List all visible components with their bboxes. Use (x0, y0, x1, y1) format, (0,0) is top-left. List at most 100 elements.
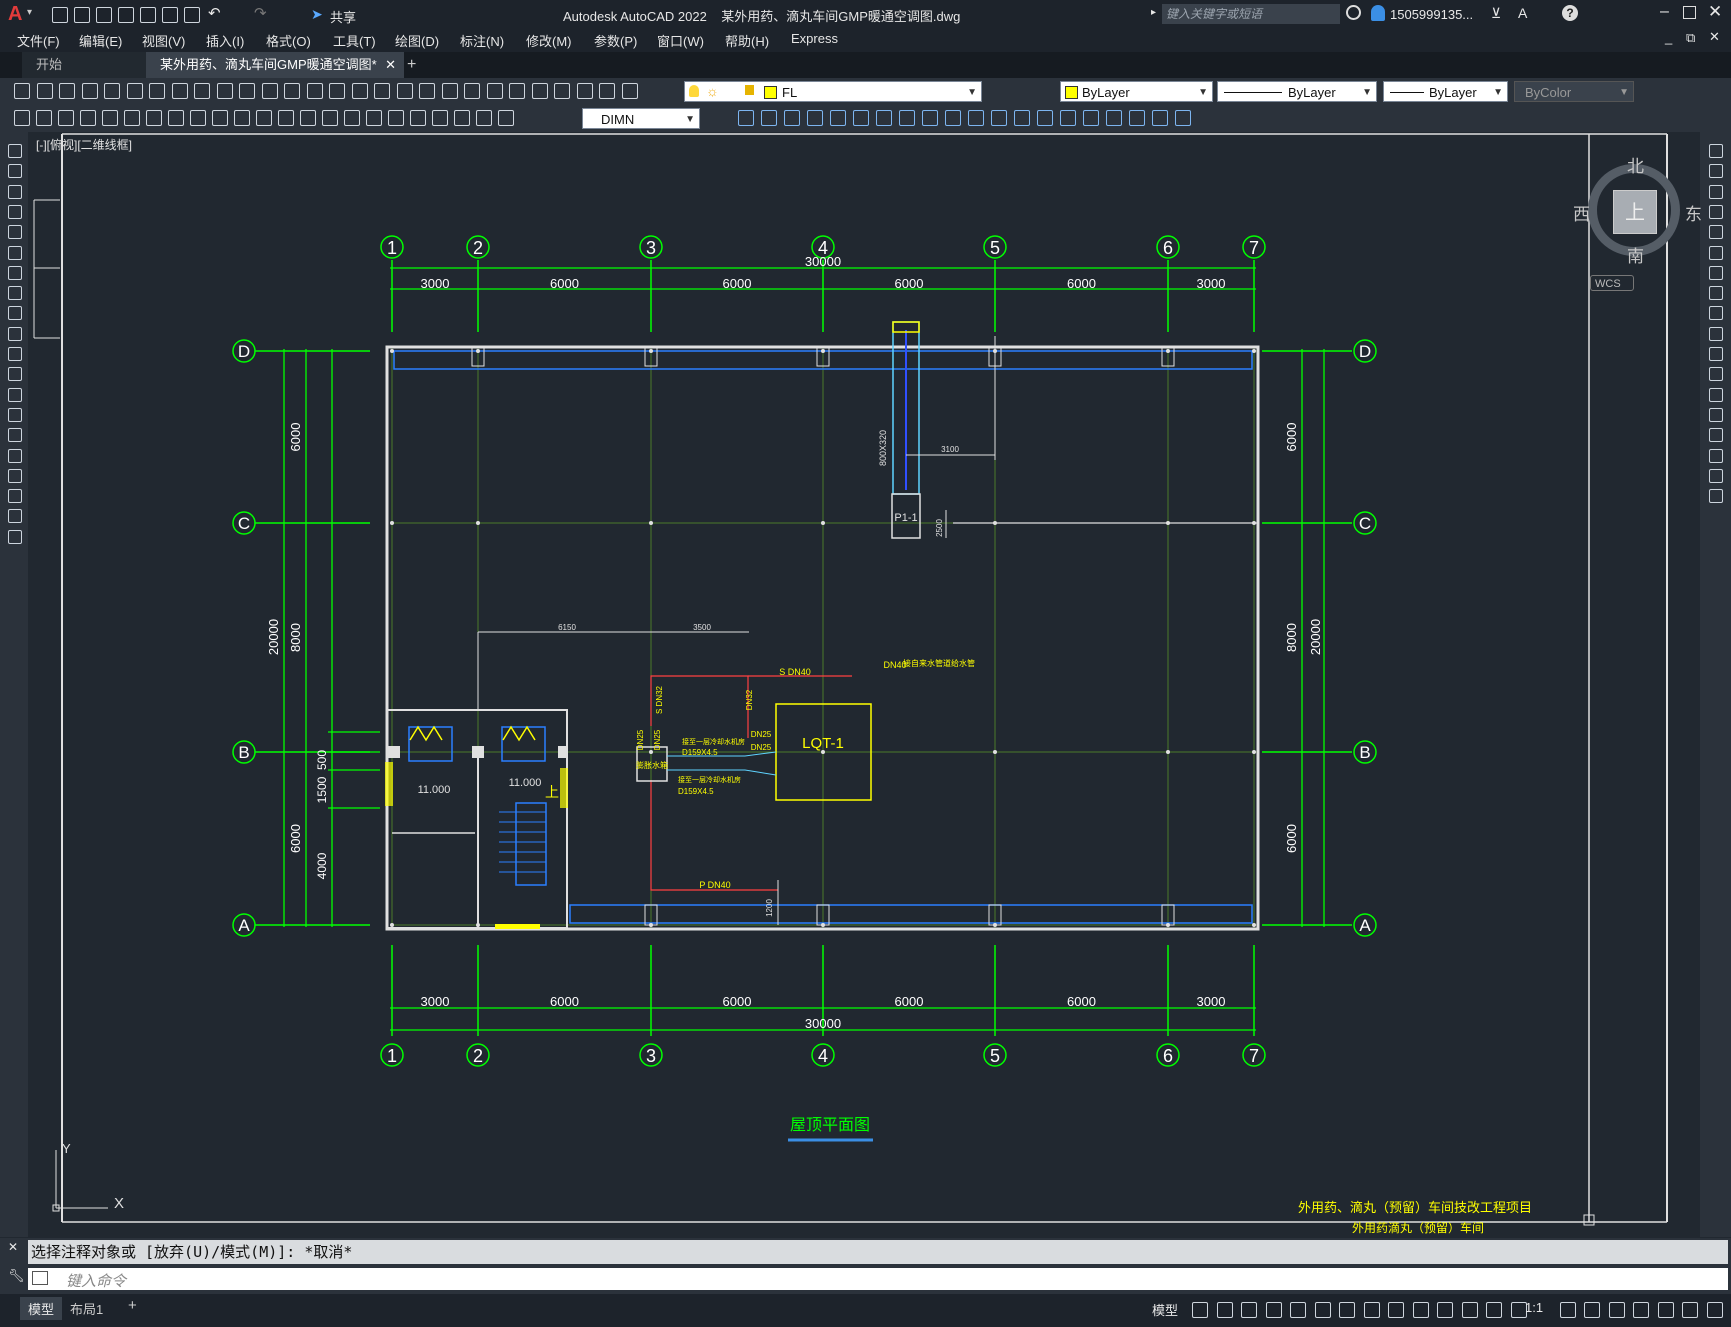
standard-tool-icon[interactable] (59, 83, 75, 99)
modify-tool-icon[interactable] (1709, 489, 1723, 504)
status-toggle-icon[interactable] (1192, 1302, 1208, 1318)
dimension-tool-icon[interactable] (102, 110, 118, 126)
new-icon[interactable] (52, 7, 68, 23)
modify-tool-icon[interactable] (1709, 225, 1723, 240)
standard-tool-icon[interactable] (509, 83, 525, 99)
modify-tool-icon[interactable] (853, 110, 869, 126)
modify-tool-icon[interactable] (1037, 110, 1053, 126)
status-toggle-icon[interactable] (1241, 1302, 1257, 1318)
dimension-tool-icon[interactable] (366, 110, 382, 126)
dimension-tool-icon[interactable] (124, 110, 140, 126)
draw-tool-icon[interactable] (8, 204, 22, 219)
dimension-tool-icon[interactable] (278, 110, 294, 126)
modify-tool-icon[interactable] (1129, 110, 1145, 126)
dimension-tool-icon[interactable] (256, 110, 272, 126)
standard-tool-icon[interactable] (261, 83, 278, 99)
save-as-icon[interactable] (118, 7, 134, 23)
cart-icon[interactable]: ⊻ (1491, 5, 1501, 22)
save-web-icon[interactable] (162, 7, 178, 23)
modify-tool-icon[interactable] (1709, 204, 1723, 219)
modify-tool-icon[interactable] (1709, 245, 1723, 260)
dimension-tool-icon[interactable] (432, 110, 448, 126)
doc-minimize-icon[interactable]: _ (1665, 30, 1672, 45)
user-icon[interactable] (1371, 5, 1385, 21)
add-layout-button[interactable]: + (128, 1297, 137, 1314)
modify-tool-icon[interactable] (784, 110, 800, 126)
modify-tool-icon[interactable] (1709, 387, 1723, 402)
compass-south[interactable]: 南 (1627, 242, 1644, 267)
modify-tool-icon[interactable] (899, 110, 915, 126)
doc-close-icon[interactable]: ✕ (1709, 29, 1720, 45)
status-toggle-icon[interactable] (1363, 1302, 1380, 1318)
menu-draw[interactable]: 绘图(D) (395, 31, 439, 50)
draw-tool-icon[interactable] (8, 468, 22, 483)
standard-tool-icon[interactable] (576, 83, 593, 99)
minimize-icon[interactable]: – (1660, 3, 1669, 21)
dimension-tool-icon[interactable] (168, 110, 184, 126)
menu-dimension[interactable]: 标注(N) (460, 31, 504, 50)
modify-tool-icon[interactable] (945, 110, 961, 126)
draw-tool-icon[interactable] (8, 265, 22, 280)
modify-tool-icon[interactable] (1083, 110, 1099, 126)
menu-insert[interactable]: 插入(I) (206, 31, 244, 50)
status-toggle-icon[interactable] (1290, 1302, 1306, 1318)
modify-tool-icon[interactable] (1014, 110, 1030, 126)
draw-tool-icon[interactable] (8, 489, 22, 504)
modify-tool-icon[interactable] (922, 110, 938, 126)
layer-dropdown[interactable]: ☼ FL ▼ (684, 81, 982, 102)
dimension-tool-icon[interactable] (476, 110, 492, 126)
dimension-tool-icon[interactable] (300, 110, 316, 126)
modify-tool-icon[interactable] (1709, 326, 1723, 341)
standard-tool-icon[interactable] (284, 83, 300, 99)
compass-north[interactable]: 北 (1627, 152, 1644, 177)
search-icon[interactable] (1346, 5, 1361, 20)
modify-tool-icon[interactable] (1709, 367, 1723, 382)
standard-tool-icon[interactable] (486, 83, 503, 99)
status-toggle-icon[interactable] (1216, 1302, 1233, 1318)
draw-tool-icon[interactable] (8, 306, 22, 321)
save-icon[interactable] (96, 7, 112, 23)
standard-tool-icon[interactable] (351, 83, 368, 99)
standard-tool-icon[interactable] (14, 83, 30, 99)
undo-icon[interactable]: ↶ (208, 4, 221, 22)
app-menu-chevron-icon[interactable]: ▾ (27, 7, 32, 18)
doc-restore-icon[interactable]: ⧉ (1686, 30, 1695, 46)
standard-tool-icon[interactable] (306, 83, 323, 99)
status-toggle-icon[interactable] (1657, 1302, 1674, 1318)
standard-tool-icon[interactable] (329, 83, 345, 99)
standard-tool-icon[interactable] (216, 83, 233, 99)
command-input[interactable]: 键入命令 (28, 1268, 1728, 1290)
dimension-tool-icon[interactable] (212, 110, 228, 126)
status-toggle-icon[interactable] (1265, 1302, 1282, 1318)
menu-tools[interactable]: 工具(T) (333, 31, 376, 50)
draw-tool-icon[interactable] (8, 529, 22, 544)
modify-tool-icon[interactable] (968, 110, 984, 126)
draw-tool-icon[interactable] (8, 144, 22, 158)
new-tab-button[interactable]: + (393, 52, 430, 78)
dimension-tool-icon[interactable] (454, 110, 470, 126)
modify-tool-icon[interactable] (1709, 468, 1723, 483)
standard-tool-icon[interactable] (419, 83, 435, 99)
status-toggle-icon[interactable] (1461, 1302, 1478, 1318)
app-logo[interactable]: A (8, 3, 22, 26)
modify-tool-icon[interactable] (1106, 110, 1122, 126)
open-icon[interactable] (74, 7, 90, 23)
search-expand-icon[interactable]: ▸ (1151, 7, 1156, 18)
draw-tool-icon[interactable] (8, 225, 22, 240)
standard-tool-icon[interactable] (36, 83, 53, 99)
menu-file[interactable]: 文件(F) (17, 31, 60, 50)
modify-tool-icon[interactable] (1152, 110, 1168, 126)
menu-parametric[interactable]: 参数(P) (594, 31, 637, 50)
draw-tool-icon[interactable] (8, 184, 22, 199)
close-icon[interactable]: ✕ (1708, 2, 1722, 22)
wcs-button[interactable]: WCS (1590, 275, 1634, 291)
status-toggle-icon[interactable] (1706, 1302, 1723, 1318)
menu-express[interactable]: Express (791, 31, 838, 46)
modify-tool-icon[interactable] (1709, 144, 1723, 158)
dimension-tool-icon[interactable] (234, 110, 250, 126)
plot-icon[interactable] (184, 7, 200, 23)
standard-tool-icon[interactable] (554, 83, 570, 99)
dimension-tool-icon[interactable] (344, 110, 360, 126)
viewcube[interactable]: 上 北 南 西 东 (1573, 154, 1703, 274)
draw-tool-icon[interactable] (8, 367, 22, 382)
